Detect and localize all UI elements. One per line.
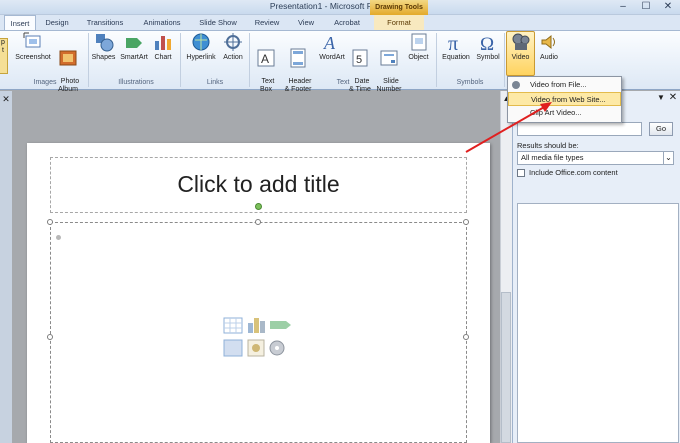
- smartart-button[interactable]: SmartArt: [118, 32, 150, 62]
- audio-icon: [539, 32, 559, 52]
- close-button[interactable]: ✕: [656, 0, 680, 14]
- include-office-label: Include Office.com content: [529, 168, 618, 177]
- equation-button[interactable]: π Equation: [438, 32, 474, 62]
- hyperlink-icon: [191, 32, 211, 52]
- tab-review[interactable]: Review: [250, 15, 284, 30]
- wordart-button[interactable]: A WordArt: [316, 32, 348, 62]
- audio-button[interactable]: Audio: [536, 32, 562, 62]
- bullet-dot: [56, 235, 61, 240]
- symbol-button[interactable]: Ω Symbol: [474, 32, 502, 62]
- insert-clip-art-icon: [247, 339, 265, 357]
- tab-design[interactable]: Design: [40, 15, 74, 30]
- close-task-pane-icon[interactable]: ✕: [667, 92, 679, 103]
- title-placeholder-text: Click to add title: [177, 171, 340, 197]
- slide-number-icon: [379, 48, 399, 68]
- text-box-icon: A: [256, 48, 276, 68]
- resize-handle[interactable]: [255, 219, 261, 225]
- minimize-button[interactable]: –: [611, 0, 635, 14]
- object-button[interactable]: Object: [405, 32, 432, 62]
- photo-album-icon: [58, 48, 78, 68]
- clip-art-button[interactable]: p t: [0, 38, 8, 74]
- screenshot-button[interactable]: Screenshot: [12, 32, 54, 62]
- tab-view[interactable]: View: [292, 15, 320, 30]
- wordart-label: WordArt: [319, 54, 345, 61]
- object-label: Object: [408, 54, 429, 61]
- equation-label: Equation: [442, 54, 470, 61]
- video-button[interactable]: Video: [506, 32, 535, 62]
- svg-text:A: A: [323, 33, 336, 52]
- svg-text:Ω: Ω: [480, 34, 494, 52]
- group-symbols-label: Symbols: [456, 79, 484, 86]
- action-label: Action: [223, 54, 243, 61]
- tab-acrobat[interactable]: Acrobat: [328, 15, 366, 30]
- resize-handle[interactable]: [463, 334, 469, 340]
- close-pane-icon[interactable]: ✕: [0, 94, 12, 104]
- content-insert-icons: [223, 317, 291, 357]
- drawing-tools-context-tab: Drawing Tools: [370, 0, 428, 15]
- shapes-icon: [94, 32, 114, 52]
- go-button[interactable]: Go: [649, 122, 673, 136]
- video-label: Video: [511, 54, 530, 61]
- header-footer-icon: [288, 48, 308, 68]
- window-title: Presentation1 - Microsoft PowerPoint: [269, 1, 411, 11]
- group-links-label: Links: [206, 79, 224, 86]
- video-icon: [511, 32, 531, 52]
- group-illustrations-label: Illustrations: [118, 79, 154, 86]
- ribbon-separator: [180, 33, 181, 87]
- hyperlink-label: Hyperlink: [186, 54, 216, 61]
- svg-text:π: π: [448, 33, 458, 52]
- ribbon-separator: [504, 33, 505, 87]
- rotation-handle[interactable]: [255, 203, 262, 210]
- symbol-icon: Ω: [478, 32, 498, 55]
- chart-icon: [153, 32, 173, 52]
- svg-text:5: 5: [356, 54, 362, 66]
- wordart-icon: A: [322, 32, 342, 53]
- screenshot-label: Screenshot: [15, 54, 51, 61]
- chevron-down-icon[interactable]: ⌄: [663, 152, 673, 164]
- tab-transitions[interactable]: Transitions: [82, 15, 128, 30]
- object-icon: [409, 32, 429, 52]
- scrollbar-thumb[interactable]: [501, 292, 511, 443]
- group-text-label: Text: [336, 79, 350, 86]
- tab-animations[interactable]: Animations: [138, 15, 186, 30]
- symbol-label: Symbol: [476, 54, 500, 61]
- screenshot-icon: [23, 32, 43, 52]
- date-time-icon: 5: [350, 48, 370, 68]
- annotation-arrow: [465, 102, 552, 153]
- insert-chart-icon: [248, 318, 265, 333]
- smartart-label: SmartArt: [120, 54, 148, 61]
- insert-smartart-icon: [270, 321, 291, 329]
- chart-label: Chart: [154, 54, 172, 61]
- insert-table-icon: [223, 317, 243, 334]
- chart-button[interactable]: Chart: [150, 32, 176, 62]
- tab-insert[interactable]: Insert: [4, 15, 36, 31]
- menu-item-video-from-file[interactable]: Video from File...: [508, 78, 621, 92]
- equation-icon: π: [446, 32, 466, 55]
- shapes-label: Shapes: [91, 54, 116, 61]
- tab-slide-show[interactable]: Slide Show: [195, 15, 241, 30]
- svg-text:A: A: [261, 52, 269, 66]
- maximize-button[interactable]: ☐: [634, 0, 658, 14]
- slides-pane[interactable]: [0, 91, 12, 443]
- action-button[interactable]: Action: [220, 32, 246, 62]
- tab-format[interactable]: Format: [374, 15, 424, 30]
- resize-handle[interactable]: [47, 219, 53, 225]
- hyperlink-button[interactable]: Hyperlink: [182, 32, 220, 62]
- insert-picture-icon: [223, 339, 243, 357]
- action-icon: [223, 32, 243, 52]
- pane-menu-icon[interactable]: ▼: [655, 93, 667, 102]
- resize-handle[interactable]: [47, 334, 53, 340]
- group-images-label: Images: [33, 79, 57, 86]
- shapes-button[interactable]: Shapes: [90, 32, 117, 62]
- smartart-icon: [124, 32, 144, 52]
- insert-media-icon: [269, 340, 285, 356]
- resize-handle[interactable]: [463, 219, 469, 225]
- include-office-checkbox[interactable]: [517, 169, 525, 177]
- ribbon-separator: [88, 33, 89, 87]
- video-file-icon: [511, 80, 521, 90]
- audio-label: Audio: [540, 54, 558, 61]
- results-list[interactable]: [517, 203, 679, 443]
